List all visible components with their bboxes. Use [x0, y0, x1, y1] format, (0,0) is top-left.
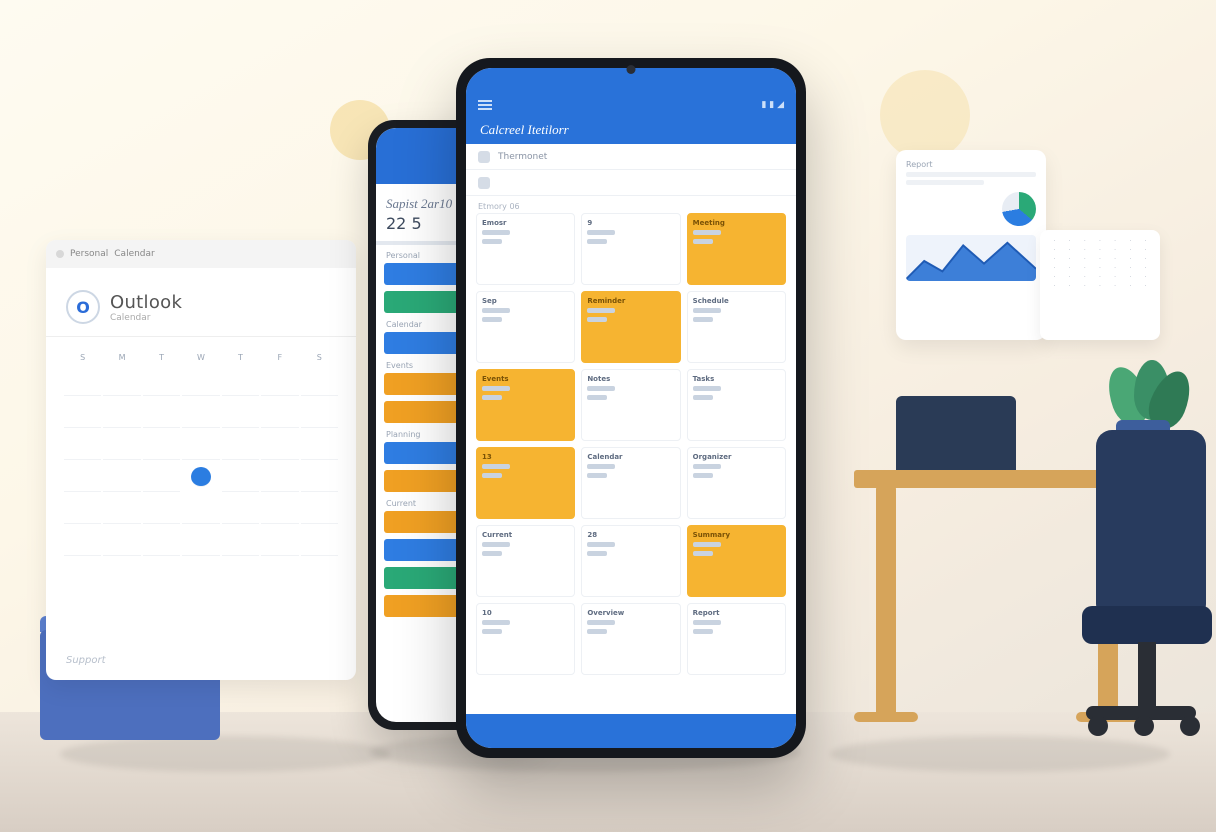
row-label: Thermonet [498, 152, 547, 162]
calendar-card[interactable]: Schedule [687, 291, 786, 363]
tab-label: Personal [70, 249, 108, 259]
calendar-card[interactable]: Report [687, 603, 786, 675]
calendar-card[interactable]: Current [476, 525, 575, 597]
laptop-icon [896, 396, 1016, 472]
menu-icon[interactable] [478, 100, 492, 110]
calendar-card[interactable]: Organizer [687, 447, 786, 519]
app-brand: O Outlook Calendar [46, 268, 356, 337]
calendar-card[interactable]: Tasks [687, 369, 786, 441]
footer-label: Support [66, 655, 106, 666]
outlook-logo-icon: O [66, 290, 100, 324]
area-chart-icon [906, 235, 1036, 281]
decor-bubble [880, 70, 970, 160]
weekday-header: S M T W T F S [64, 353, 338, 362]
phone-primary: ▮ ▮ ◢ Calcreel Itetilorr Thermonet Etmor… [456, 58, 806, 758]
report-card: Report [896, 150, 1046, 340]
bottom-bar [466, 714, 796, 748]
camera-dot-icon [627, 65, 636, 74]
calendar-card[interactable]: Summary [687, 525, 786, 597]
pie-chart-icon [1002, 192, 1036, 226]
illustration-scene: Personal Calendar O Outlook Calendar S M… [0, 0, 1216, 832]
brand-title: Outlook [110, 292, 182, 313]
calendar-card[interactable]: Notes [581, 369, 680, 441]
calendar-card[interactable]: 13 [476, 447, 575, 519]
desktop-monitor: Personal Calendar O Outlook Calendar S M… [46, 240, 356, 680]
calendar-grid [64, 366, 338, 556]
status-bar: ▮ ▮ ◢ [466, 68, 796, 116]
calendar-card-grid: Emosr9Meeting SepReminderSchedule EventsNo… [466, 213, 796, 675]
tab-dot-icon [56, 250, 64, 258]
calendar-card[interactable]: Emosr [476, 213, 575, 285]
section-label: Etmory 06 [466, 196, 796, 213]
toolbar-row: Thermonet [466, 144, 796, 170]
row-icon [478, 177, 490, 189]
shadow [60, 736, 390, 772]
tab-label: Calendar [114, 249, 154, 259]
toolbar-row [466, 170, 796, 196]
status-icons: ▮ ▮ ◢ [761, 100, 784, 110]
app-title: Calcreel Itetilorr [466, 116, 796, 144]
calendar-card[interactable]: Meeting [687, 213, 786, 285]
desk-leg [876, 486, 896, 716]
calendar-card[interactable]: Calendar [581, 447, 680, 519]
calendar-card[interactable]: 28 [581, 525, 680, 597]
calendar-card[interactable]: 10 [476, 603, 575, 675]
office-chair-icon [1026, 430, 1216, 750]
calendar-card[interactable]: Overview [581, 603, 680, 675]
calendar-card[interactable]: Sep [476, 291, 575, 363]
report-title: Report [906, 160, 1036, 169]
brand-subtitle: Calendar [110, 313, 182, 323]
row-icon [478, 151, 490, 163]
desk-foot [854, 712, 918, 722]
mini-calendar-card: ········································… [1040, 230, 1160, 340]
mini-calendar: S M T W T F S [46, 337, 356, 572]
browser-tabs: Personal Calendar [46, 240, 356, 268]
calendar-card[interactable]: 9 [581, 213, 680, 285]
calendar-card[interactable]: Events [476, 369, 575, 441]
calendar-card[interactable]: Reminder [581, 291, 680, 363]
